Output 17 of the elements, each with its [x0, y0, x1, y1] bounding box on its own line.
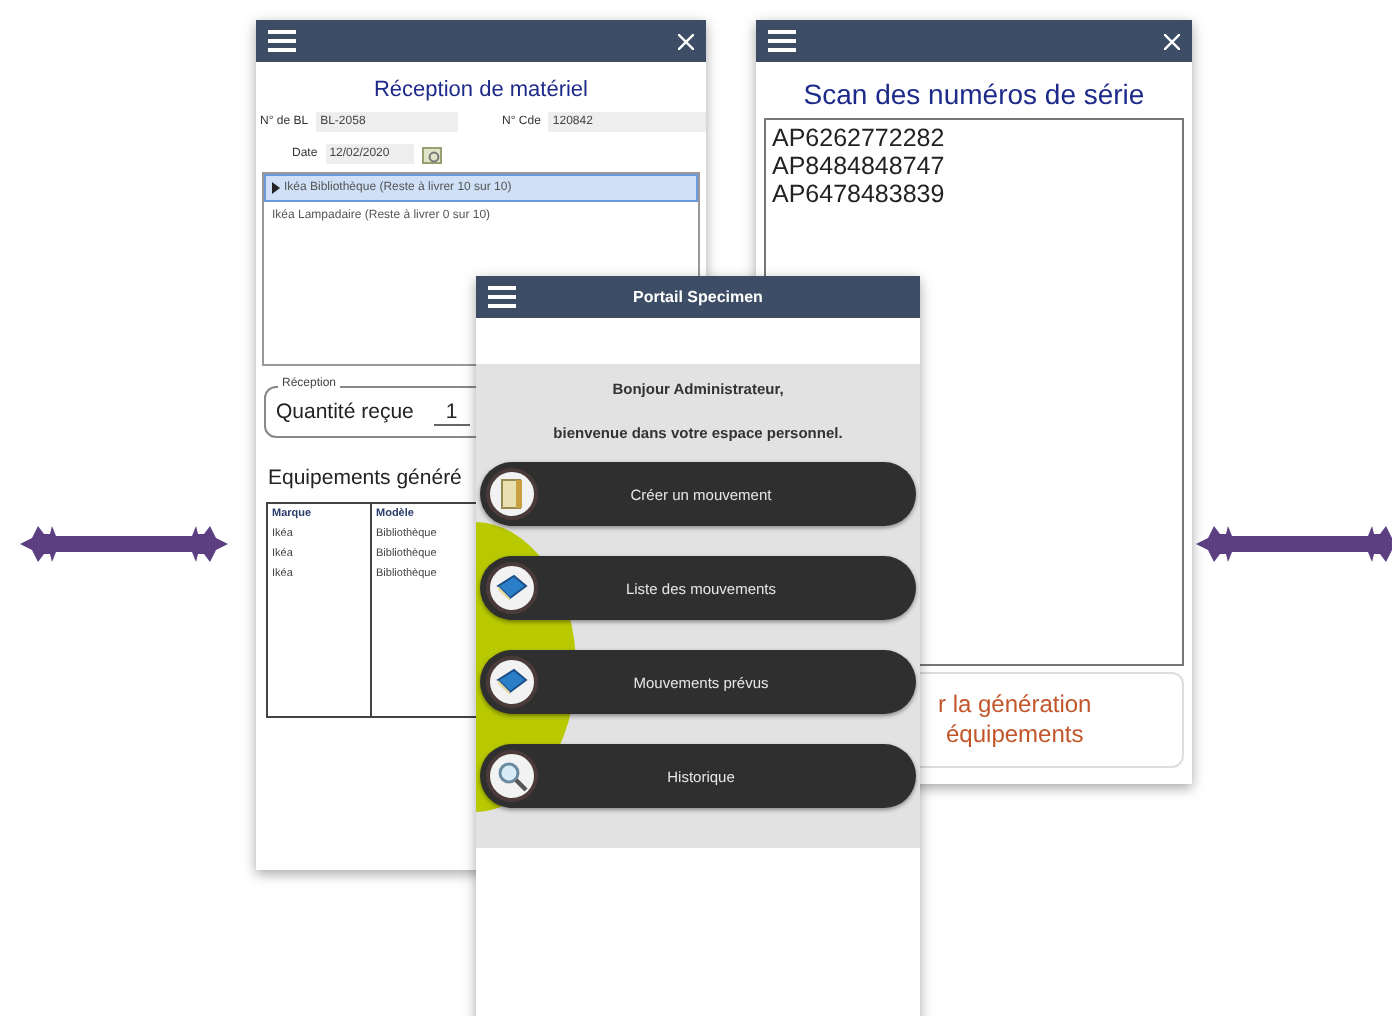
screen-title: Réception de matériel: [371, 78, 590, 102]
screen-title: Scan des numéros de série: [801, 78, 1147, 110]
menu-icon[interactable]: [488, 286, 516, 308]
close-icon[interactable]: [1164, 33, 1180, 49]
field-label: Quantité reçue: [276, 400, 414, 424]
menu-icon[interactable]: [768, 30, 796, 52]
pointer-icon: [272, 182, 280, 194]
search-icon: [496, 760, 528, 792]
app-title: Portail Specimen: [631, 288, 765, 306]
calendar-icon[interactable]: [421, 145, 442, 163]
book-icon: [496, 574, 528, 602]
close-icon[interactable]: [678, 33, 694, 49]
section-title: Equipements généré: [268, 466, 464, 490]
menu-icon[interactable]: [268, 30, 296, 52]
book-icon: [496, 668, 528, 696]
quantity-field[interactable]: 1: [433, 399, 470, 425]
document-icon: [498, 478, 526, 510]
